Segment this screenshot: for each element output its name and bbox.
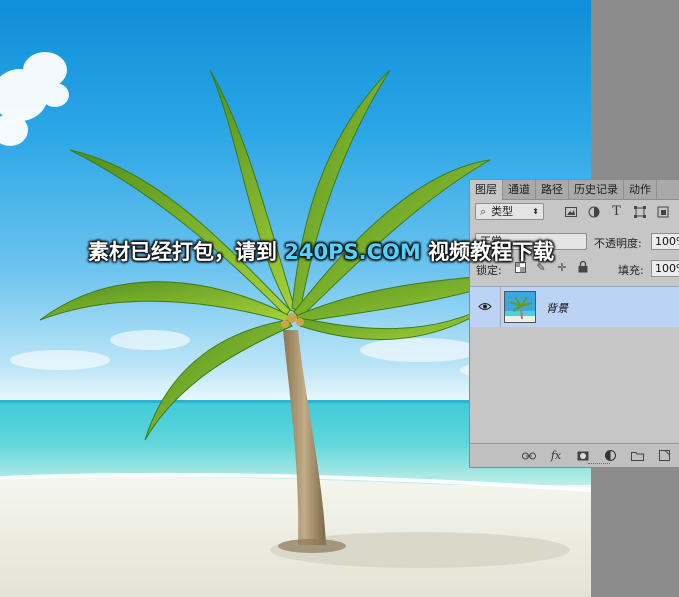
layers-panel: 图层 通道 路径 历史记录 动作 ⌕类型 ⬍ T 正常 不透明度: 100% 锁…	[469, 179, 679, 468]
new-layer-icon[interactable]	[657, 449, 671, 462]
fx-icon[interactable]: fx	[549, 449, 563, 462]
adjustment-filter-icon[interactable]	[587, 205, 600, 218]
lock-all-icon[interactable]	[577, 261, 589, 273]
banner-text-before: 素材已经打包，请到	[88, 240, 285, 264]
fill-label: 填充:	[618, 264, 644, 277]
visibility-toggle[interactable]	[470, 287, 501, 327]
panel-bottom-toolbar: fx	[470, 443, 679, 467]
tab-history[interactable]: 历史记录	[569, 180, 624, 199]
filter-type-label: 类型	[491, 205, 514, 218]
layer-thumbnail	[504, 291, 536, 323]
eye-icon	[478, 301, 492, 314]
layer-row-background[interactable]: 背景	[470, 286, 679, 328]
tab-actions[interactable]: 动作	[624, 180, 657, 199]
folder-icon[interactable]	[630, 449, 644, 462]
type-filter-icon[interactable]: T	[610, 204, 623, 219]
watermark-banner: 素材已经打包，请到 240PS.COM 视频教程下载	[88, 236, 554, 266]
adjustment-icon[interactable]	[603, 449, 617, 462]
layers-list-area	[470, 327, 679, 443]
layer-filter-select[interactable]: ⌕ 类型 ⬍	[475, 203, 544, 220]
layer-name: 背景	[546, 302, 568, 315]
fill-input[interactable]: 100%	[651, 260, 679, 277]
search-icon: ⌕	[480, 205, 487, 218]
chevron-updown-icon: ⬍	[532, 207, 539, 216]
smart-object-filter-icon[interactable]	[656, 205, 669, 218]
tab-paths[interactable]: 路径	[536, 180, 569, 199]
link-icon[interactable]	[522, 449, 536, 462]
shape-filter-icon[interactable]	[633, 205, 646, 218]
tab-channels[interactable]: 通道	[503, 180, 536, 199]
banner-site-link: 240PS.COM	[284, 240, 421, 264]
panel-tabs: 图层 通道 路径 历史记录 动作	[470, 180, 679, 200]
pixel-filter-icon[interactable]	[564, 205, 577, 218]
opacity-label: 不透明度:	[594, 237, 642, 250]
mask-icon[interactable]	[576, 449, 590, 462]
opacity-input[interactable]: 100%	[651, 233, 679, 250]
lock-position-icon[interactable]: ✛	[556, 261, 568, 274]
tab-layers[interactable]: 图层	[470, 180, 503, 200]
panel-resize-grip[interactable]	[588, 463, 610, 467]
banner-text-after: 视频教程下载	[420, 240, 555, 264]
filter-icons: T	[564, 203, 669, 220]
